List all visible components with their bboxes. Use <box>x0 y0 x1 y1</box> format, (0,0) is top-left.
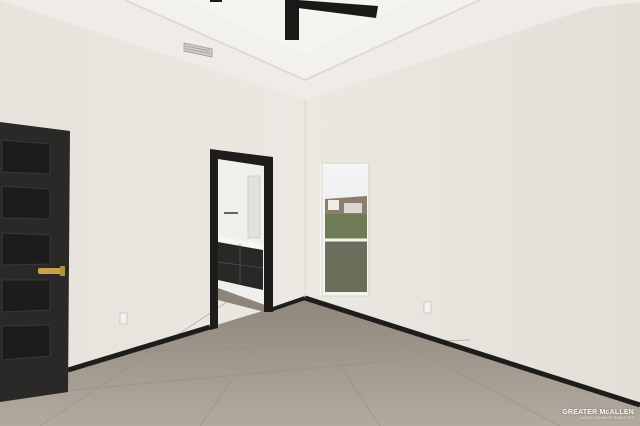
wall-outlet-right <box>423 301 432 314</box>
watermark-title: GREATER McALLEN <box>562 408 634 416</box>
watermark-subtitle: ASSOCIATION OF REALTORS <box>580 415 634 420</box>
room-photo: GREATER McALLEN ASSOCIATION OF REALTORS <box>0 0 640 426</box>
watermark-logo: GREATER McALLEN ASSOCIATION OF REALTORS <box>562 409 634 421</box>
bedroom-door[interactable] <box>0 122 70 402</box>
room-illustration <box>0 0 640 426</box>
window <box>320 162 370 297</box>
wall-outlet-left <box>119 312 128 325</box>
